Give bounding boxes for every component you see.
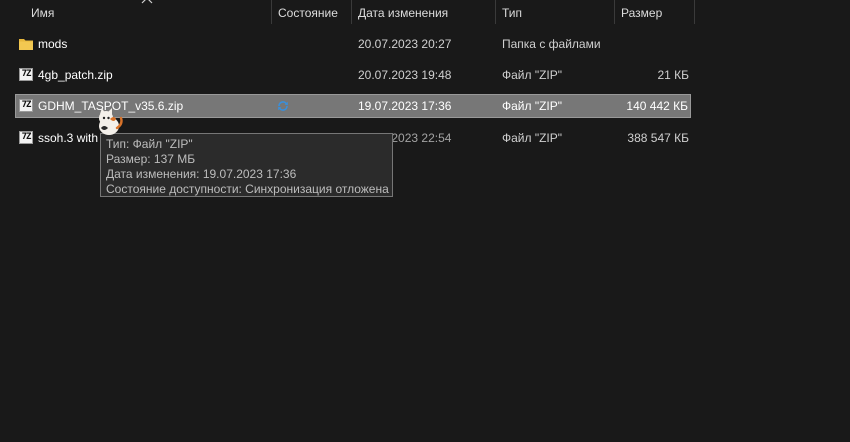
tooltip-type: Тип: Файл "ZIP" — [106, 137, 193, 151]
column-header-status[interactable]: Состояние — [272, 0, 351, 24]
file-type: Папка с файлами — [502, 37, 601, 51]
list-item[interactable]: 7Z 4gb_patch.zip 20.07.2023 19:48 Файл "… — [15, 63, 691, 87]
file-type: Файл "ZIP" — [502, 68, 563, 82]
tooltip-availability: Состояние доступности: Синхронизация отл… — [106, 182, 389, 196]
file-modified: 20.07.2023 19:48 — [358, 68, 452, 82]
tooltip-size: Размер: 137 МБ — [106, 152, 196, 166]
zip-icon: 7Z — [19, 131, 33, 144]
column-header-modified[interactable]: Дата изменения — [352, 0, 495, 24]
column-header-type[interactable]: Тип — [496, 0, 614, 24]
file-modified: 20.07.2023 20:27 — [358, 37, 452, 51]
column-header: Имя Состояние Дата изменения Тип Размер — [0, 0, 850, 24]
column-header-name[interactable]: Имя — [25, 0, 271, 24]
zip-icon: 7Z — [19, 68, 33, 81]
file-type: Файл "ZIP" — [502, 99, 563, 113]
file-size: 21 КБ — [657, 68, 689, 82]
file-size: 140 442 КБ — [626, 99, 688, 113]
file-info-tooltip: Тип: Файл "ZIP" Размер: 137 МБ Дата изме… — [100, 133, 393, 197]
file-type: Файл "ZIP" — [502, 131, 563, 145]
list-item[interactable]: mods 20.07.2023 20:27 Папка с файлами — [15, 32, 691, 56]
file-list-view: Имя Состояние Дата изменения Тип Размер … — [0, 0, 850, 442]
tooltip-modified: Дата изменения: 19.07.2023 17:36 — [106, 167, 297, 181]
column-header-size[interactable]: Размер — [615, 0, 694, 24]
zip-icon: 7Z — [19, 99, 33, 112]
file-name: mods — [38, 37, 68, 51]
file-name: 4gb_patch.zip — [38, 68, 113, 82]
folder-icon — [19, 39, 33, 50]
file-modified: 19.07.2023 17:36 — [358, 99, 452, 113]
column-divider[interactable] — [694, 0, 695, 24]
file-size: 388 547 КБ — [627, 131, 689, 145]
sync-pending-icon — [278, 101, 288, 111]
desktop-pet-icon — [99, 108, 123, 135]
